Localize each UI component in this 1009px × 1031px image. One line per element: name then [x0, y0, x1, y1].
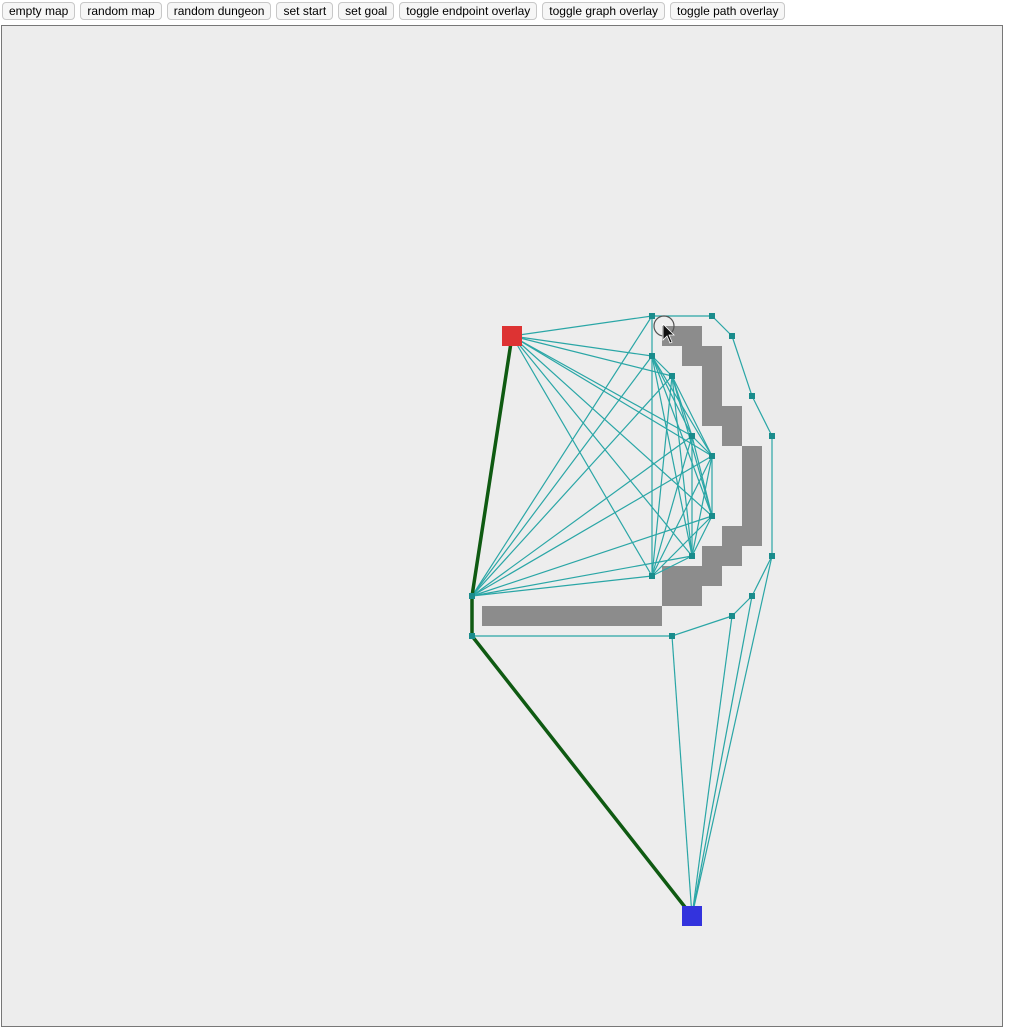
wall-cell	[682, 586, 702, 606]
graph-node	[769, 433, 775, 439]
graph-node	[649, 353, 655, 359]
wall-cell	[642, 606, 662, 626]
wall-cell	[582, 606, 602, 626]
graph-node	[729, 333, 735, 339]
wall-cell	[542, 606, 562, 626]
set-goal-button[interactable]: set goal	[338, 2, 395, 20]
graph-edge	[471, 315, 653, 597]
wall-cell	[722, 546, 742, 566]
wall-cell	[702, 406, 722, 426]
random-map-button[interactable]: random map	[80, 2, 162, 20]
graph-node	[709, 313, 715, 319]
wall-cell	[742, 446, 762, 466]
graph-edge	[671, 635, 693, 917]
graph-edge	[691, 555, 773, 917]
wall-cell	[662, 586, 682, 606]
graph-node	[709, 513, 715, 519]
graph-edge	[511, 335, 653, 577]
graph-node	[469, 633, 475, 639]
graph-node	[729, 613, 735, 619]
graph-node	[469, 593, 475, 599]
wall-cell	[742, 506, 762, 526]
map-canvas[interactable]	[1, 25, 1003, 1027]
wall-cell	[702, 566, 722, 586]
graph-edge	[691, 595, 753, 917]
graph-edge	[731, 335, 753, 397]
graph-node	[649, 573, 655, 579]
graph-node	[769, 553, 775, 559]
toggle-graph-overlay-button[interactable]: toggle graph overlay	[542, 2, 666, 20]
graph-node	[649, 313, 655, 319]
graph-edge	[751, 555, 773, 597]
empty-map-button[interactable]: empty map	[2, 2, 76, 20]
random-dungeon-button[interactable]: random dungeon	[166, 2, 272, 20]
wall-cell	[622, 606, 642, 626]
start-marker	[502, 326, 522, 346]
wall-cell	[742, 466, 762, 486]
toggle-endpoint-overlay-button[interactable]: toggle endpoint overlay	[399, 2, 538, 20]
wall-cell	[702, 346, 722, 366]
set-start-button[interactable]: set start	[276, 2, 334, 20]
goal-marker	[682, 906, 702, 926]
graph-node	[689, 553, 695, 559]
wall-cell	[702, 366, 722, 386]
wall-cell	[502, 606, 522, 626]
graph-node	[749, 393, 755, 399]
wall-cell	[742, 486, 762, 506]
wall-cell	[742, 526, 762, 546]
graph-edge	[691, 615, 733, 917]
graph-node	[709, 453, 715, 459]
wall-cell	[682, 346, 702, 366]
wall-cell	[602, 606, 622, 626]
map-svg[interactable]	[2, 26, 1002, 1026]
wall-cell	[682, 326, 702, 346]
graph-edge	[471, 575, 653, 597]
wall-cell	[682, 566, 702, 586]
graph-node	[749, 593, 755, 599]
walls-layer	[482, 326, 762, 626]
wall-cell	[702, 546, 722, 566]
graph-edge	[751, 395, 773, 437]
wall-cell	[702, 386, 722, 406]
toolbar: empty map random map random dungeon set …	[2, 2, 786, 20]
graph-node	[669, 373, 675, 379]
graph-edge	[511, 315, 653, 337]
wall-cell	[482, 606, 502, 626]
wall-cell	[722, 426, 742, 446]
graph-edge	[471, 355, 653, 597]
graph-node	[689, 433, 695, 439]
wall-cell	[562, 606, 582, 626]
graph-edge	[671, 615, 733, 637]
toggle-path-overlay-button[interactable]: toggle path overlay	[670, 2, 786, 20]
wall-cell	[522, 606, 542, 626]
wall-cell	[722, 406, 742, 426]
wall-cell	[722, 526, 742, 546]
graph-node	[669, 633, 675, 639]
